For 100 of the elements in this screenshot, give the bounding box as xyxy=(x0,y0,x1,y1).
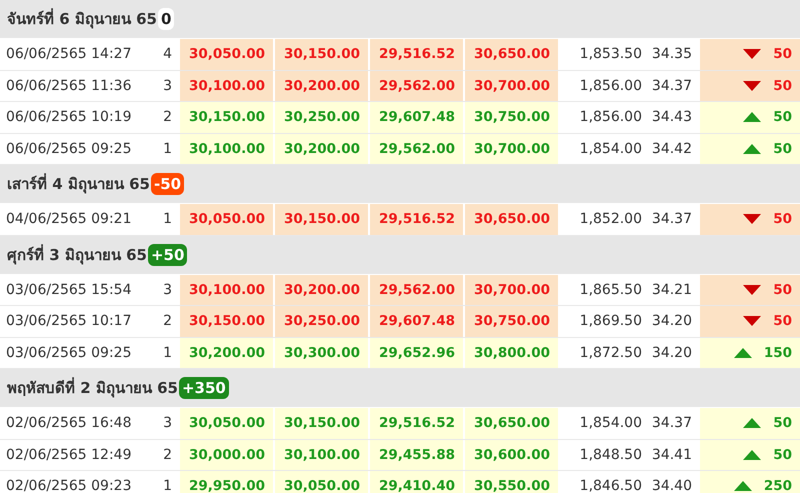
price-cell: 30,550.00 xyxy=(463,471,558,493)
price-cell: 30,200.00 xyxy=(273,70,368,101)
exchange-rate-cell-text: 34.20 xyxy=(650,312,693,332)
price-cell: 29,562.00 xyxy=(368,70,463,101)
exchange-rate-cell-text: 34.41 xyxy=(650,446,693,465)
price-cell: 30,700.00 xyxy=(463,134,558,164)
time-cell-text: 02/06/2565 16:48 xyxy=(5,414,132,434)
price-cell: 30,250.00 xyxy=(273,102,368,132)
price-cell: 30,100.00 xyxy=(178,70,273,101)
price-cell: 30,150.00 xyxy=(273,39,368,70)
exchange-rate-cell-text: 34.37 xyxy=(650,210,693,230)
price-cell: 30,750.00 xyxy=(463,306,558,336)
price-cell: 30,100.00 xyxy=(178,134,273,164)
spot-price-cell-text: 1,854.00 xyxy=(578,414,643,434)
change-value: 50 xyxy=(773,313,792,330)
down-triangle-icon xyxy=(743,316,762,326)
spot-price-cell-text: 1,846.50 xyxy=(578,477,643,493)
price-cell: 29,516.52 xyxy=(368,408,463,438)
time-cell-text: 03/06/2565 09:25 xyxy=(5,344,132,363)
price-cell: 29,652.96 xyxy=(368,338,463,368)
round-cell-text: 1 xyxy=(162,210,173,230)
price-cell: 30,150.00 xyxy=(273,408,368,438)
price-cell: 30,700.00 xyxy=(463,70,558,101)
spot-price-cell-text: 1,869.50 xyxy=(578,312,643,332)
price-cell: 30,050.00 xyxy=(178,204,273,234)
day-change-badge: +350 xyxy=(178,377,229,399)
price-cell: 30,200.00 xyxy=(273,134,368,164)
exchange-rate-cell-text: 34.37 xyxy=(650,414,693,434)
time-cell-text: 06/06/2565 14:27 xyxy=(5,45,132,64)
round-cell-text: 1 xyxy=(162,140,173,159)
down-triangle-icon xyxy=(743,284,762,295)
change-value: 150 xyxy=(764,344,792,361)
price-cell: 30,750.00 xyxy=(463,102,558,132)
spot-price-cell-text: 1,856.00 xyxy=(578,108,643,128)
change-value: 50 xyxy=(773,140,792,157)
up-triangle-icon xyxy=(743,112,762,122)
price-cell: 30,800.00 xyxy=(463,338,558,368)
time-cell-text: 04/06/2565 09:21 xyxy=(5,210,132,230)
spot-price-cell-text: 1,852.00 xyxy=(578,210,643,230)
exchange-rate-cell-text: 34.37 xyxy=(650,76,693,96)
price-cell: 29,455.88 xyxy=(368,440,463,470)
day-title: ศุกร์ที่ 3 มิถุนายน 65 xyxy=(7,243,147,266)
price-cell: 29,562.00 xyxy=(368,134,463,164)
spot-price-cell-text: 1,853.50 xyxy=(578,45,643,64)
exchange-rate-cell-text: 34.20 xyxy=(650,344,693,363)
price-cell: 30,000.00 xyxy=(178,440,273,470)
price-cell: 30,050.00 xyxy=(178,39,273,70)
price-cell: 30,700.00 xyxy=(463,274,558,305)
time-cell-text: 02/06/2565 09:23 xyxy=(5,477,132,493)
round-cell-text: 4 xyxy=(162,45,173,64)
price-cell: 29,607.48 xyxy=(368,306,463,336)
spot-price-cell-text: 1,848.50 xyxy=(578,446,643,465)
day-change-badge: 0 xyxy=(158,8,174,30)
change-value: 50 xyxy=(773,415,792,432)
price-cell: 29,516.52 xyxy=(368,39,463,70)
down-triangle-icon xyxy=(743,80,762,91)
round-cell-text: 2 xyxy=(162,446,173,465)
exchange-rate-cell-text: 34.40 xyxy=(650,477,693,493)
change-value: 250 xyxy=(764,478,792,493)
price-cell: 30,650.00 xyxy=(463,204,558,234)
day-change-badge: -50 xyxy=(150,173,184,195)
time-cell-text: 06/06/2565 11:36 xyxy=(5,76,132,96)
day-title: พฤหัสบดีที่ 2 มิถุนายน 65 xyxy=(7,376,178,400)
time-cell-text: 02/06/2565 12:49 xyxy=(5,446,132,465)
change-value: 50 xyxy=(773,78,792,94)
spot-price-cell-text: 1,856.00 xyxy=(578,76,643,96)
price-cell: 30,150.00 xyxy=(178,306,273,336)
round-cell-text: 1 xyxy=(162,477,173,493)
spot-price-cell-text: 1,854.00 xyxy=(578,140,643,159)
price-cell: 30,200.00 xyxy=(273,274,368,305)
exchange-rate-cell-text: 34.43 xyxy=(650,108,693,128)
price-cell: 30,100.00 xyxy=(273,440,368,470)
price-cell: 30,650.00 xyxy=(463,408,558,438)
price-cell: 30,050.00 xyxy=(273,471,368,493)
exchange-rate-cell-text: 34.21 xyxy=(650,280,693,300)
round-cell-text: 3 xyxy=(162,280,173,300)
round-cell-text: 3 xyxy=(162,414,173,434)
exchange-rate-cell-text: 34.35 xyxy=(650,45,693,64)
price-cell: 30,100.00 xyxy=(178,274,273,305)
time-cell-text: 03/06/2565 10:17 xyxy=(5,312,132,332)
time-cell-text: 06/06/2565 10:19 xyxy=(5,108,132,128)
price-cell: 30,250.00 xyxy=(273,306,368,336)
down-triangle-icon xyxy=(743,49,762,60)
change-value: 50 xyxy=(773,109,792,126)
up-triangle-icon xyxy=(734,348,752,358)
price-cell: 30,300.00 xyxy=(273,338,368,368)
change-value: 50 xyxy=(773,46,792,62)
price-cell: 30,200.00 xyxy=(178,338,273,368)
up-triangle-icon xyxy=(743,144,762,154)
round-cell-text: 2 xyxy=(162,312,173,332)
up-triangle-icon xyxy=(734,481,752,492)
price-cell: 29,607.48 xyxy=(368,102,463,132)
time-cell-text: 03/06/2565 15:54 xyxy=(5,280,132,300)
up-triangle-icon xyxy=(743,450,762,460)
spot-price-cell-text: 1,872.50 xyxy=(578,344,643,363)
price-cell: 29,562.00 xyxy=(368,274,463,305)
change-value: 50 xyxy=(773,446,792,463)
price-cell: 30,050.00 xyxy=(178,408,273,438)
price-cell: 29,950.00 xyxy=(178,471,273,493)
change-value: 50 xyxy=(773,282,792,298)
